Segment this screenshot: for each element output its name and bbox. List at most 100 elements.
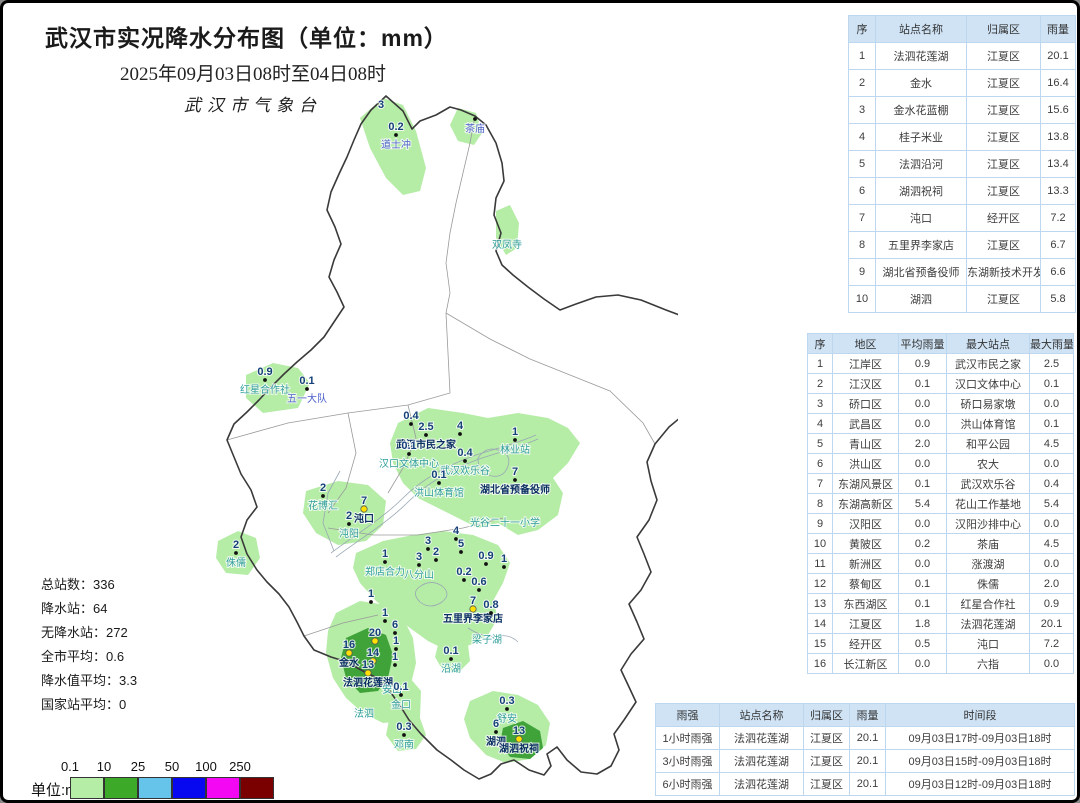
table-cell: 2.0 [899,434,947,454]
table-cell: 6.7 [1041,232,1076,259]
table-cell: 0.9 [1030,594,1074,614]
column-header: 平均雨量 [899,334,947,354]
station-value: 4 [457,420,464,432]
table-cell: 0.1 [1030,374,1074,394]
column-header: 归属区 [967,16,1041,43]
table-cell: 东湖高新区 [833,494,899,514]
station-value: 16 [343,639,355,651]
legend-threshold: 0.1 [53,759,87,774]
table-row: 3小时雨强法泗花莲湖江夏区20.109月03日15时-09月03日18时 [656,750,1075,773]
table-cell: 江汉区 [833,374,899,394]
table-row: 9湖北省预备役师东湖新技术开发区6.6 [849,259,1076,286]
table-cell: 汉阳沙排中心 [947,514,1030,534]
table-row: 8五里界李家店江夏区6.7 [849,232,1076,259]
table-header-row: 序站点名称归属区雨量 [849,16,1076,43]
table-cell: 经开区 [833,634,899,654]
table-cell: 13.4 [1041,151,1076,178]
table-cell: 和平公园 [947,434,1030,454]
station-value: 13 [513,725,525,737]
stat-line: 降水值平均：3.3 [41,669,137,693]
station-dot [484,562,488,566]
station-dot [458,432,462,436]
column-header: 时间段 [886,704,1075,727]
table-cell: 1 [808,354,833,374]
station-value: 1 [382,548,388,560]
table-cell: 8 [849,232,876,259]
table-cell: 青山区 [833,434,899,454]
column-header: 序 [808,334,833,354]
table-header-row: 雨强站点名称归属区雨量时间段 [656,704,1075,727]
station-name: 茶庙 [465,122,485,135]
table-cell: 红星合作社 [947,594,1030,614]
station-name: 红星合作社 [240,383,290,396]
table-cell: 2.0 [1030,574,1074,594]
rain-intensity-table: 雨强站点名称归属区雨量时间段1小时雨强法泗花莲湖江夏区20.109月03日17时… [655,703,1075,796]
table-cell: 14 [808,614,833,634]
table-header-row: 序地区平均雨量最大站点最大雨量 [808,334,1074,354]
station-value: 5 [458,538,464,550]
station-dot [402,733,406,737]
table-cell: 黄陂区 [833,534,899,554]
table-cell: 20.1 [850,727,886,750]
column-header: 序 [849,16,876,43]
table-cell: 0.4 [1030,474,1074,494]
table-row: 5青山区2.0和平公园4.5 [808,434,1074,454]
column-header: 地区 [833,334,899,354]
station-value: 0.9 [257,366,272,378]
table-row: 12蔡甸区0.1侏儒2.0 [808,574,1074,594]
table-cell: 7.2 [1030,634,1074,654]
station-dot [393,663,397,667]
table-cell: 2 [849,70,876,97]
legend-threshold: 25 [121,759,155,774]
legend-swatch [206,777,240,799]
table-cell: 3 [808,394,833,414]
station-dot [321,494,325,498]
station-value: 0.1 [431,469,446,481]
station-name: 金口 [391,698,411,711]
station-value: 1 [392,651,398,663]
table-cell: 20.1 [1030,614,1074,634]
table-cell: 法泗花莲湖 [720,773,804,796]
legend-threshold: 10 [87,759,121,774]
map-station: 3 [378,99,384,111]
table-cell: 3小时雨强 [656,750,720,773]
table-cell: 江夏区 [967,70,1041,97]
table-cell: 新洲区 [833,554,899,574]
station-dot [513,438,517,442]
station-dot [462,578,466,582]
station-value: 3 [425,535,431,547]
station-dot [473,117,477,121]
map-station: 梁子湖 [472,633,502,646]
station-dot [426,547,430,551]
station-name: 舒安 [497,712,517,725]
time-range-subtitle: 2025年09月03日08时至04日08时 [63,59,443,86]
table-cell: 沌口 [876,205,967,232]
table-cell: 0.0 [1030,514,1074,534]
table-cell: 0.0 [899,394,947,414]
table-row: 6小时雨强法泗花莲湖江夏区20.109月03日12时-09月03日18时 [656,773,1075,796]
station-name: 沌阳 [339,527,359,540]
station-value: 20 [369,627,381,639]
station-name: 道士冲 [381,138,411,151]
table-cell: 10 [849,286,876,313]
column-header: 雨强 [656,704,720,727]
table-cell: 东湖新技术开发区 [967,259,1041,286]
table-cell: 蔡甸区 [833,574,899,594]
table-cell: 6.6 [1041,259,1076,286]
table-row: 4桂子米业江夏区13.8 [849,124,1076,151]
table-row: 2金水江夏区16.4 [849,70,1076,97]
page-title: 武汉市实况降水分布图（单位：mm） [45,19,448,53]
weather-bulletin: 武汉市实况降水分布图（单位：mm） 2025年09月03日08时至04日08时 … [0,0,1080,803]
table-cell: 20.1 [1041,43,1076,70]
station-name: 汉口文体中心 [379,457,439,470]
table-cell: 3 [849,97,876,124]
station-value: 0.2 [388,121,403,133]
stat-line: 降水站：64 [41,597,137,621]
table-row: 11新洲区0.0涨渡湖0.0 [808,554,1074,574]
table-cell: 1.8 [899,614,947,634]
table-cell: 江夏区 [967,124,1041,151]
station-value: 6 [493,718,499,730]
station-value: 0.4 [457,447,473,459]
precip-areas-light [216,98,580,763]
table-cell: 16 [808,654,833,674]
